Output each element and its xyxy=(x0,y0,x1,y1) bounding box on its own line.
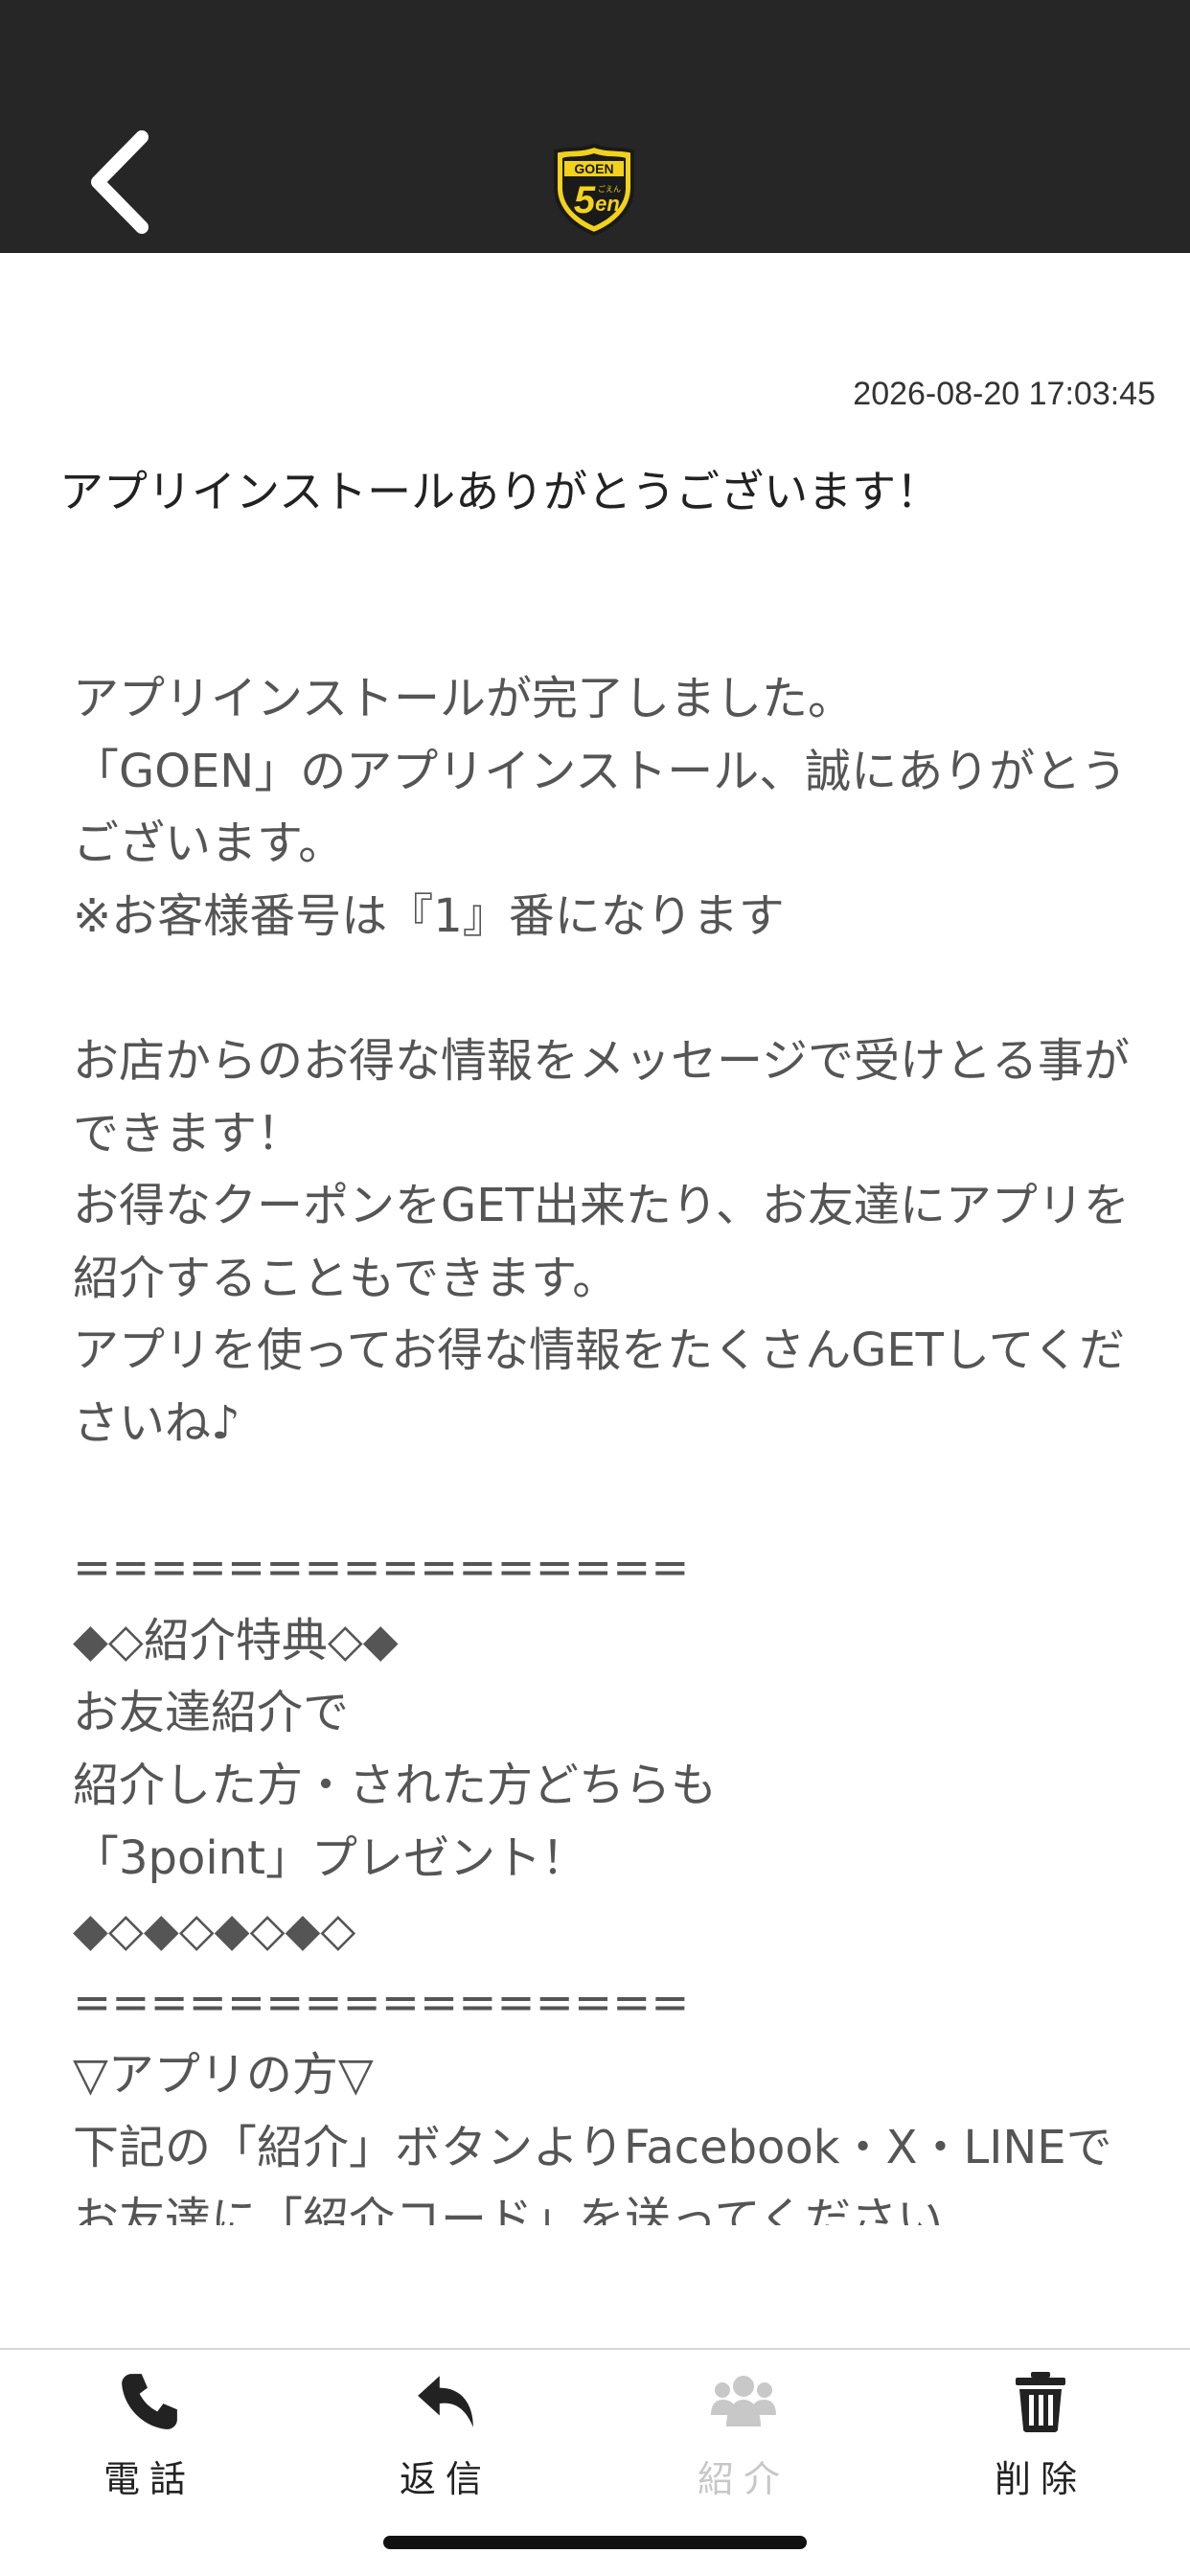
tab-phone[interactable]: 電話 xyxy=(54,2367,245,2511)
message-timestamp: 2026-08-20 17:03:45 xyxy=(853,376,1156,412)
svg-text:GOEN: GOEN xyxy=(574,161,613,176)
svg-text:5: 5 xyxy=(574,179,596,221)
app-header: GOEN 5 en ごえん xyxy=(0,0,1190,253)
tab-phone-label: 電話 xyxy=(103,2458,195,2500)
message-title: アプリインストールありがとうございます！ xyxy=(59,466,941,518)
svg-text:ごえん: ごえん xyxy=(598,184,621,194)
chevron-left-icon xyxy=(91,130,149,234)
tab-introduce-label: 紹介 xyxy=(697,2458,790,2500)
phone-icon xyxy=(115,2367,184,2436)
back-button[interactable] xyxy=(77,125,163,240)
home-indicator[interactable] xyxy=(383,2536,807,2549)
trash-icon xyxy=(1006,2367,1075,2436)
tab-reply-label: 返信 xyxy=(399,2458,492,2500)
tab-delete[interactable]: 削除 xyxy=(945,2367,1136,2511)
message-body: アプリインストールが完了しました。 「GOEN」のアプリインストール、誠にありが… xyxy=(73,672,1131,2225)
svg-text:en: en xyxy=(595,192,620,216)
tab-introduce[interactable]: 紹介 xyxy=(648,2367,839,2511)
tab-delete-label: 削除 xyxy=(994,2458,1087,2500)
reply-icon xyxy=(411,2367,480,2436)
users-icon xyxy=(709,2367,778,2436)
goen-logo: GOEN 5 en ごえん xyxy=(552,142,636,237)
tab-reply[interactable]: 返信 xyxy=(350,2367,541,2511)
message-body-scroll[interactable]: アプリインストールが完了しました。 「GOEN」のアプリインストール、誠にありが… xyxy=(73,663,1136,2225)
